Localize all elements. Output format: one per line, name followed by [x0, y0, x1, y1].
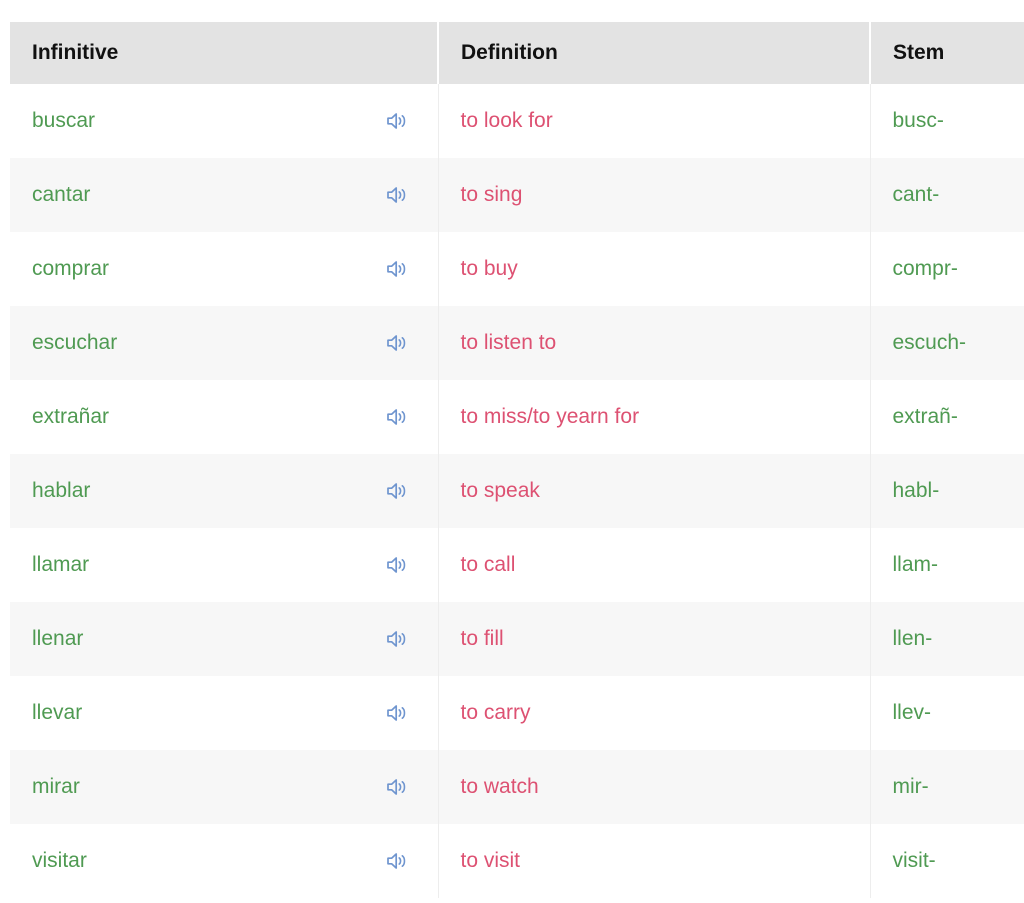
- table-row: llevar to carry llev-: [10, 676, 1024, 750]
- table-row: cantar to sing cant-: [10, 158, 1024, 232]
- cell-definition: to look for: [438, 84, 871, 158]
- spanish-verb-table: Infinitive Definition Stem buscar to look…: [10, 22, 1024, 898]
- cell-infinitive: hablar: [10, 454, 439, 528]
- table-row: comprar to buy compr-: [10, 232, 1024, 306]
- speaker-icon[interactable]: [384, 552, 410, 578]
- cell-infinitive: llevar: [10, 676, 439, 750]
- speaker-icon[interactable]: [384, 330, 410, 356]
- speaker-icon[interactable]: [384, 404, 410, 430]
- infinitive-word: extrañar: [32, 405, 110, 428]
- cell-stem: extrañ-: [870, 380, 1024, 454]
- cell-definition: to buy: [438, 232, 871, 306]
- infinitive-word: hablar: [32, 479, 91, 502]
- cell-definition: to sing: [438, 158, 871, 232]
- speaker-icon[interactable]: [384, 182, 410, 208]
- cell-stem: habl-: [870, 454, 1024, 528]
- cell-definition: to carry: [438, 676, 871, 750]
- infinitive-word: llamar: [32, 553, 90, 576]
- table-row: hablar to speak habl-: [10, 454, 1024, 528]
- cell-definition: to speak: [438, 454, 871, 528]
- infinitive-word: visitar: [32, 849, 87, 872]
- cell-stem: llev-: [870, 676, 1024, 750]
- table-header-row: Infinitive Definition Stem: [10, 22, 1024, 84]
- cell-stem: llen-: [870, 602, 1024, 676]
- table-row: llenar to fill llen-: [10, 602, 1024, 676]
- column-header-stem: Stem: [870, 22, 1024, 84]
- table-body: buscar to look for busc-cantar to sing cant-…: [10, 84, 1024, 898]
- cell-stem: escuch-: [870, 306, 1024, 380]
- cell-infinitive: buscar: [10, 84, 439, 158]
- cell-definition: to miss/to yearn for: [438, 380, 871, 454]
- verb-table-page: Infinitive Definition Stem buscar to look…: [0, 0, 1024, 903]
- cell-infinitive: visitar: [10, 824, 439, 898]
- table-row: escuchar to listen to escuch-: [10, 306, 1024, 380]
- cell-definition: to listen to: [438, 306, 871, 380]
- cell-definition: to watch: [438, 750, 871, 824]
- cell-stem: cant-: [870, 158, 1024, 232]
- column-header-definition: Definition: [438, 22, 871, 84]
- speaker-icon[interactable]: [384, 108, 410, 134]
- infinitive-word: comprar: [32, 257, 110, 280]
- cell-infinitive: cantar: [10, 158, 439, 232]
- speaker-icon[interactable]: [384, 626, 410, 652]
- cell-stem: llam-: [870, 528, 1024, 602]
- speaker-icon[interactable]: [384, 256, 410, 282]
- table-row: visitar to visit visit-: [10, 824, 1024, 898]
- cell-infinitive: llenar: [10, 602, 439, 676]
- cell-infinitive: extrañar: [10, 380, 439, 454]
- cell-infinitive: escuchar: [10, 306, 439, 380]
- cell-definition: to visit: [438, 824, 871, 898]
- column-header-infinitive: Infinitive: [10, 22, 439, 84]
- speaker-icon[interactable]: [384, 774, 410, 800]
- table-row: llamar to call llam-: [10, 528, 1024, 602]
- cell-stem: compr-: [870, 232, 1024, 306]
- cell-infinitive: comprar: [10, 232, 439, 306]
- cell-infinitive: llamar: [10, 528, 439, 602]
- infinitive-word: mirar: [32, 775, 80, 798]
- infinitive-word: cantar: [32, 183, 91, 206]
- cell-stem: visit-: [870, 824, 1024, 898]
- infinitive-word: escuchar: [32, 331, 118, 354]
- speaker-icon[interactable]: [384, 478, 410, 504]
- table-row: mirar to watch mir-: [10, 750, 1024, 824]
- cell-definition: to fill: [438, 602, 871, 676]
- cell-infinitive: mirar: [10, 750, 439, 824]
- table-row: buscar to look for busc-: [10, 84, 1024, 158]
- table-header: Infinitive Definition Stem: [10, 22, 1024, 84]
- speaker-icon[interactable]: [384, 700, 410, 726]
- infinitive-word: llenar: [32, 627, 84, 650]
- cell-stem: busc-: [870, 84, 1024, 158]
- cell-definition: to call: [438, 528, 871, 602]
- infinitive-word: buscar: [32, 109, 96, 132]
- speaker-icon[interactable]: [384, 848, 410, 874]
- cell-stem: mir-: [870, 750, 1024, 824]
- infinitive-word: llevar: [32, 701, 83, 724]
- table-row: extrañar to miss/to yearn for extrañ-: [10, 380, 1024, 454]
